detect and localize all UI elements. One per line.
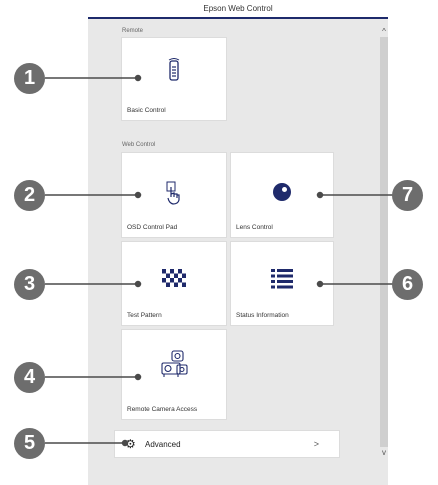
- leader-dot-2: [134, 191, 142, 199]
- callout-2: 2: [14, 180, 45, 211]
- leader-dot-5: [121, 439, 129, 447]
- callout-5: 5: [14, 428, 45, 459]
- callout-leader-lines: [45, 74, 402, 447]
- callout-3: 3: [14, 269, 45, 300]
- callout-7: 7: [392, 180, 423, 211]
- leader-dot-1: [134, 74, 142, 82]
- leader-dot-4: [134, 373, 142, 381]
- leader-dot-7: [316, 191, 324, 199]
- leader-dot-3: [134, 280, 142, 288]
- callout-1: 1: [14, 63, 45, 94]
- callout-6: 6: [392, 269, 423, 300]
- callout-4: 4: [14, 362, 45, 393]
- leader-dot-6: [316, 280, 324, 288]
